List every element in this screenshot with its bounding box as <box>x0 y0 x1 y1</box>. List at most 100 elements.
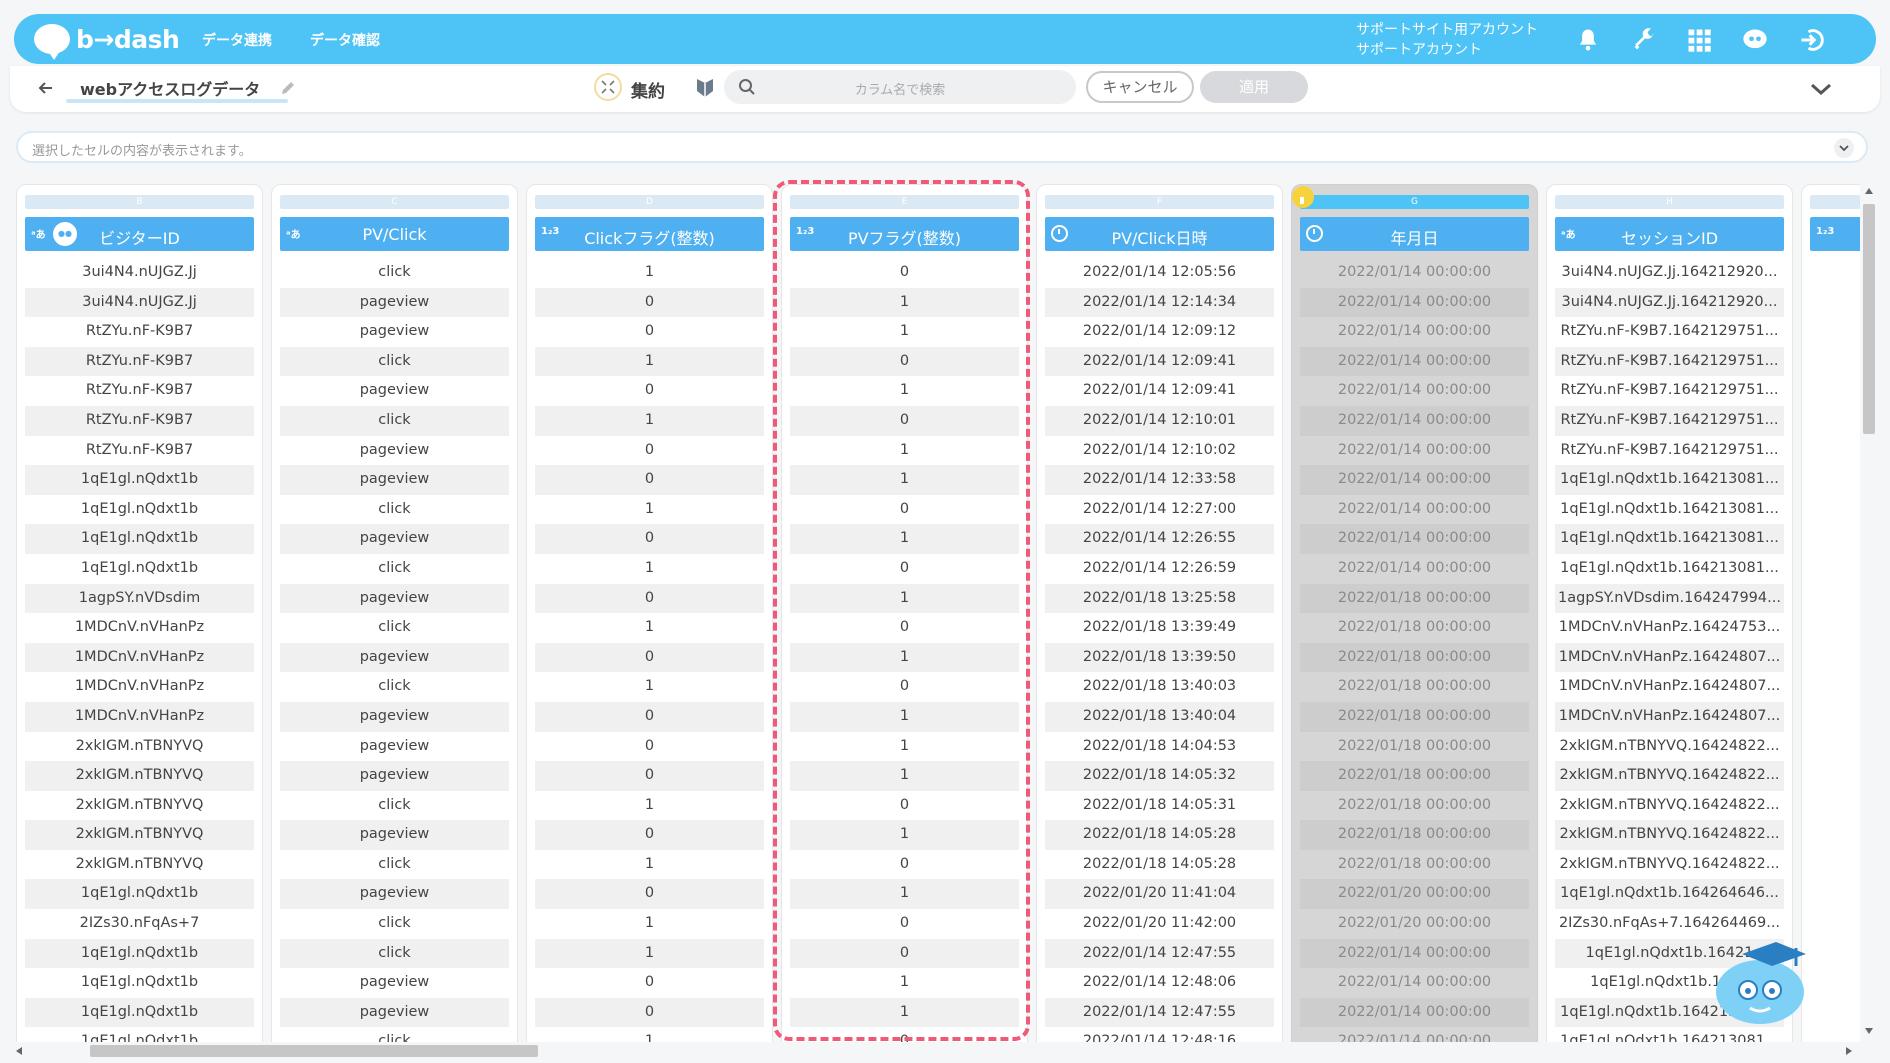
beginner-mark-icon[interactable] <box>694 76 716 100</box>
table-cell[interactable]: 2022/01/14 00:00:00 <box>1300 968 1529 998</box>
table-cell[interactable]: 0 <box>790 258 1019 288</box>
table-cell[interactable]: 2022/01/18 14:05:28 <box>1045 820 1274 850</box>
table-cell[interactable]: 1 <box>535 938 764 969</box>
table-cell[interactable]: 2022/01/14 12:09:12 <box>1045 317 1274 347</box>
bell-icon[interactable] <box>1574 26 1602 54</box>
table-cell[interactable]: 3ui4N4.nUJGZ.Jj.164212920... <box>1555 258 1784 288</box>
table-cell[interactable]: 2xkIGM.nTBNYVQ <box>25 761 254 791</box>
table-cell[interactable]: 1 <box>535 909 764 939</box>
column-header[interactable]: 年月日 <box>1300 217 1529 251</box>
table-cell[interactable]: 0 <box>790 495 1019 525</box>
table-cell[interactable]: 2022/01/20 00:00:00 <box>1300 909 1529 939</box>
table-cell[interactable]: 2xkIGM.nTBNYVQ.16424822... <box>1555 732 1784 762</box>
column-header[interactable]: 1₂3 <box>1810 217 1860 251</box>
table-cell[interactable]: 2xkIGM.nTBNYVQ.16424822... <box>1555 761 1784 791</box>
table-cell[interactable]: RtZYu.nF-K9B7.1642129751... <box>1555 346 1784 377</box>
table-cell[interactable]: 2022/01/14 12:26:55 <box>1045 524 1274 554</box>
table-cell[interactable]: 1qE1gl.nQdxt1b <box>25 1027 254 1042</box>
table-cell[interactable]: 1qE1gl.nQdxt1b <box>25 938 254 969</box>
table-cell[interactable]: 2022/01/14 12:14:34 <box>1045 287 1274 318</box>
column-letter[interactable]: C <box>280 195 509 209</box>
vertical-scroll-thumb[interactable] <box>1863 204 1875 434</box>
table-cell[interactable]: 1 <box>790 436 1019 466</box>
table-cell[interactable]: RtZYu.nF-K9B7 <box>25 346 254 377</box>
table-cell[interactable]: click <box>280 258 509 288</box>
table-cell[interactable]: 0 <box>535 820 764 850</box>
table-cell[interactable]: 2022/01/14 12:10:02 <box>1045 436 1274 466</box>
column-header[interactable]: 1₂3 PVフラグ(整数) <box>790 217 1019 251</box>
table-cell[interactable]: 1 <box>790 376 1019 406</box>
table-cell[interactable]: 2022/01/18 13:40:04 <box>1045 701 1274 732</box>
table-cell[interactable]: 2022/01/18 00:00:00 <box>1300 583 1529 614</box>
table-cell[interactable]: 2xkIGM.nTBNYVQ <box>25 791 254 821</box>
table-cell[interactable]: 1MDCnV.nVHanPz <box>25 701 254 732</box>
table-cell[interactable]: RtZYu.nF-K9B7 <box>25 376 254 406</box>
table-cell[interactable]: 2022/01/18 13:39:50 <box>1045 642 1274 673</box>
table-cell[interactable]: 1MDCnV.nVHanPz.16424753... <box>1555 613 1784 643</box>
table-cell[interactable]: click <box>280 672 509 702</box>
table-cell[interactable]: 0 <box>790 909 1019 939</box>
table-cell[interactable]: 0 <box>535 436 764 466</box>
table-cell[interactable]: 1 <box>535 405 764 436</box>
table-cell[interactable]: 2022/01/14 12:27:00 <box>1045 495 1274 525</box>
table-cell[interactable]: 2xkIGM.nTBNYVQ.16424822... <box>1555 820 1784 850</box>
table-cell[interactable]: 2IZs30.nFqAs+7 <box>25 909 254 939</box>
table-cell[interactable]: 2022/01/18 00:00:00 <box>1300 642 1529 673</box>
table-cell[interactable]: 1MDCnV.nVHanPz.16424807... <box>1555 672 1784 702</box>
table-cell[interactable]: 2022/01/14 12:47:55 <box>1045 938 1274 969</box>
table-cell[interactable]: 1 <box>790 968 1019 998</box>
table-cell[interactable]: 1 <box>790 732 1019 762</box>
table-cell[interactable]: 1 <box>535 554 764 584</box>
table-cell[interactable]: 1agpSY.nVDsdim <box>25 583 254 614</box>
table-cell[interactable]: 3ui4N4.nUJGZ.Jj <box>25 258 254 288</box>
table-cell[interactable]: 1MDCnV.nVHanPz <box>25 613 254 643</box>
table-cell[interactable]: pageview <box>280 524 509 554</box>
table-cell[interactable]: 1qE1gl.nQdxt1b.164213081... <box>1555 554 1784 584</box>
column-letter[interactable]: E <box>790 195 1019 209</box>
table-cell[interactable]: 1 <box>790 465 1019 495</box>
table-cell[interactable]: 1 <box>535 850 764 880</box>
table-cell[interactable]: 2022/01/18 00:00:00 <box>1300 820 1529 850</box>
table-cell[interactable]: 0 <box>535 732 764 762</box>
horizontal-scrollbar[interactable] <box>10 1042 1860 1060</box>
table-cell[interactable]: 2022/01/14 00:00:00 <box>1300 938 1529 969</box>
table-cell[interactable]: 1 <box>790 317 1019 347</box>
table-cell[interactable]: pageview <box>280 317 509 347</box>
logout-icon[interactable] <box>1798 26 1826 54</box>
table-cell[interactable]: 0 <box>535 287 764 318</box>
table-cell[interactable]: 1qE1gl.nQdxt1b <box>25 495 254 525</box>
table-cell[interactable]: 1 <box>790 997 1019 1028</box>
dataset-name[interactable]: webアクセスログデータ <box>80 76 260 100</box>
table-cell[interactable]: 1 <box>535 258 764 288</box>
table-cell[interactable]: 2022/01/14 00:00:00 <box>1300 495 1529 525</box>
table-cell[interactable]: 2022/01/18 00:00:00 <box>1300 701 1529 732</box>
table-cell[interactable]: 0 <box>790 554 1019 584</box>
table-cell[interactable]: 1MDCnV.nVHanPz.16424807... <box>1555 701 1784 732</box>
table-cell[interactable]: 2022/01/14 12:26:59 <box>1045 554 1274 584</box>
table-cell[interactable]: 2022/01/18 00:00:00 <box>1300 850 1529 880</box>
table-cell[interactable]: 1qE1gl.nQdxt1b <box>25 524 254 554</box>
table-cell[interactable]: 0 <box>535 376 764 406</box>
table-cell[interactable]: pageview <box>280 761 509 791</box>
table-cell[interactable]: 0 <box>790 346 1019 377</box>
edit-pencil-icon[interactable] <box>278 78 298 98</box>
column-letter[interactable]: F <box>1045 195 1274 209</box>
table-cell[interactable]: click <box>280 495 509 525</box>
table-cell[interactable]: 0 <box>790 1027 1019 1042</box>
table-cell[interactable]: 1 <box>790 820 1019 850</box>
table-cell[interactable]: 2022/01/14 12:09:41 <box>1045 376 1274 406</box>
table-cell[interactable]: 1qE1gl.nQdxt1b.164213081... <box>1555 524 1784 554</box>
table-cell[interactable]: 2022/01/14 00:00:00 <box>1300 317 1529 347</box>
table-cell[interactable]: pageview <box>280 968 509 998</box>
table-cell[interactable]: pageview <box>280 732 509 762</box>
table-cell[interactable]: 0 <box>790 405 1019 436</box>
table-cell[interactable]: 1qE1gl.nQdxt1b <box>25 997 254 1028</box>
scroll-right-arrow-icon[interactable] <box>1846 1047 1852 1055</box>
table-cell[interactable]: 1agpSY.nVDsdim.164247994... <box>1555 583 1784 614</box>
table-cell[interactable]: 1qE1gl.nQdxt1b.164213081... <box>1555 465 1784 495</box>
table-cell[interactable]: 1 <box>790 701 1019 732</box>
table-cell[interactable]: 2022/01/14 12:48:06 <box>1045 968 1274 998</box>
mascot-helper-icon[interactable] <box>1712 932 1814 1028</box>
apply-button[interactable]: 適用 <box>1200 71 1308 103</box>
table-cell[interactable]: 0 <box>535 583 764 614</box>
